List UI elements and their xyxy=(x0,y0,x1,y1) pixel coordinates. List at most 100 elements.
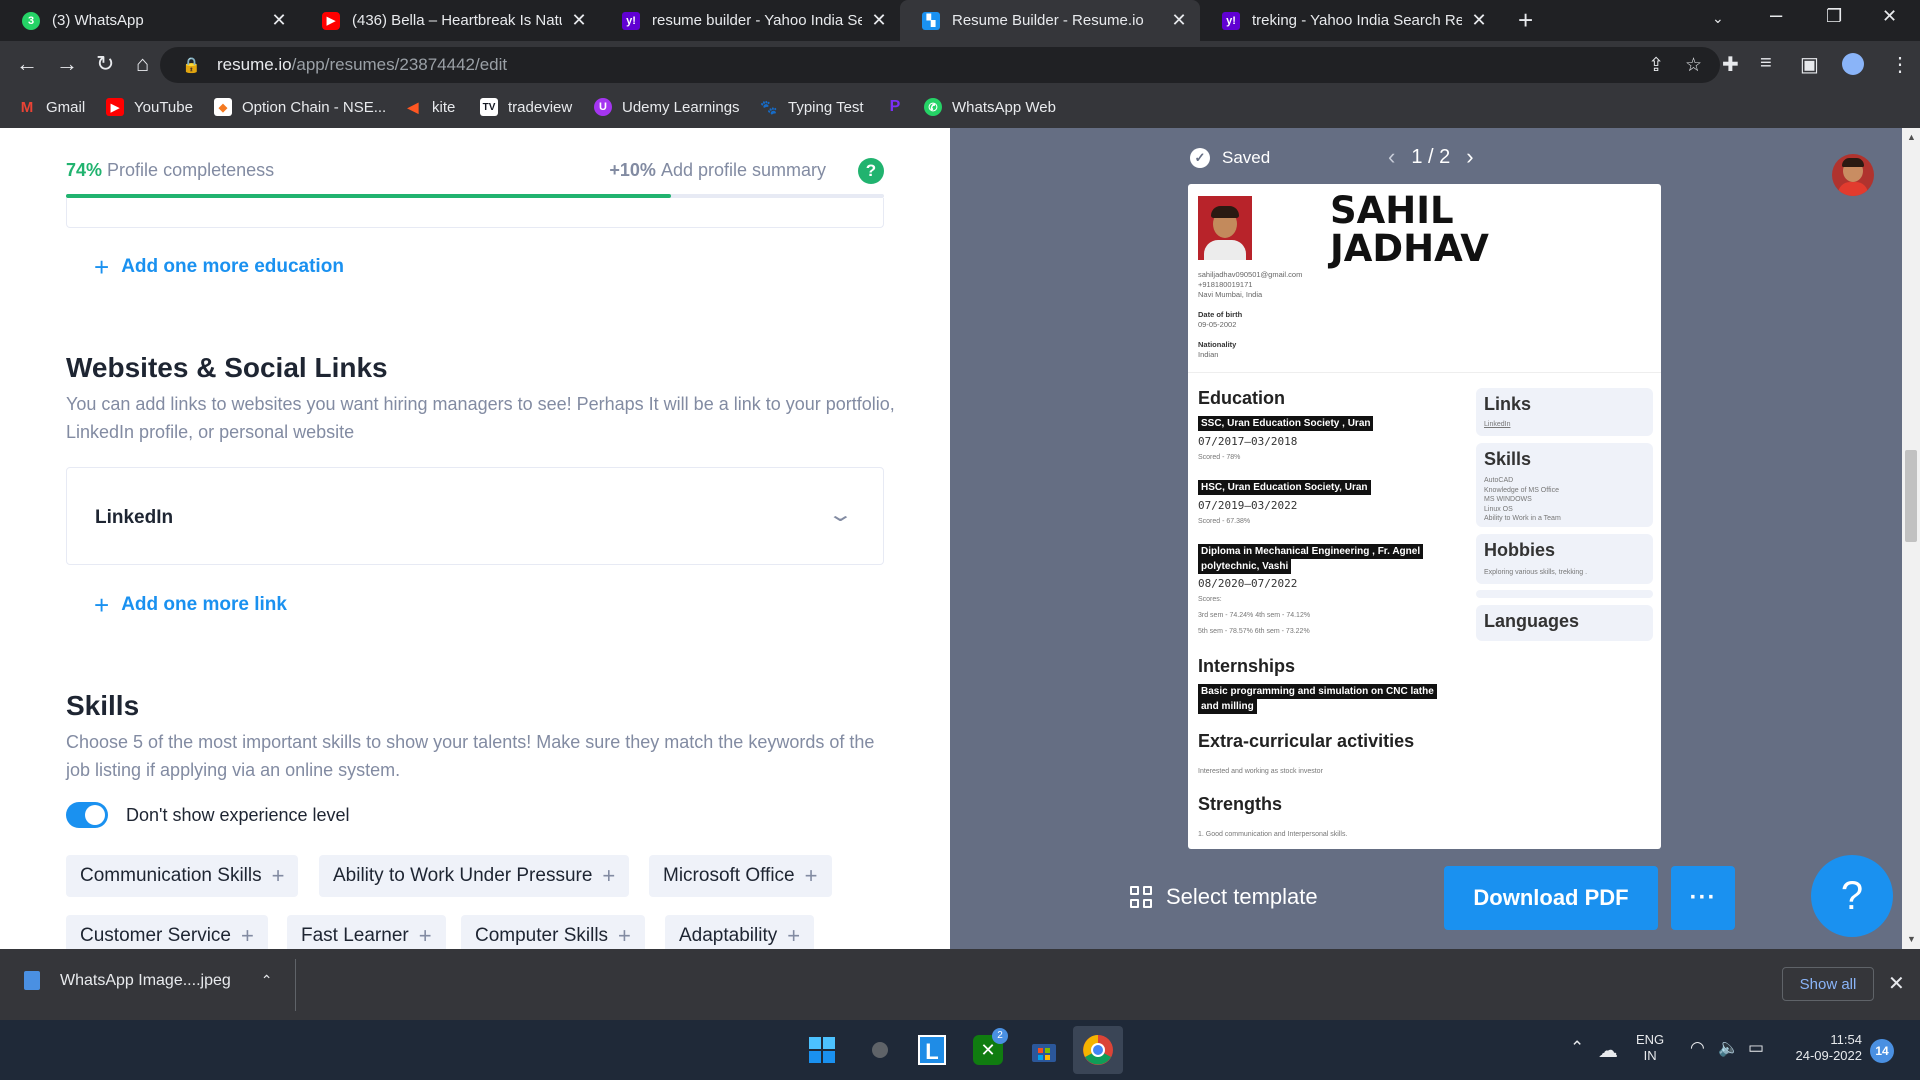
bookmark-gmail[interactable]: M Gmail xyxy=(18,98,85,116)
notification-badge[interactable]: 14 xyxy=(1870,1039,1894,1063)
bookmark-kite[interactable]: ◀ kite xyxy=(404,98,456,116)
bookmark-star-icon[interactable]: ☆ xyxy=(1685,54,1702,77)
experience-level-toggle[interactable] xyxy=(66,802,108,828)
plus-icon: + xyxy=(787,923,801,948)
help-chat-button[interactable]: ? xyxy=(1811,855,1893,937)
menu-kebab-icon[interactable]: ⋮ xyxy=(1890,52,1910,77)
new-tab-button[interactable]: + xyxy=(1518,6,1533,34)
scroll-down-icon[interactable]: ▼ xyxy=(1907,934,1916,944)
share-icon[interactable]: ⇪ xyxy=(1648,54,1664,77)
close-icon[interactable]: ✕ xyxy=(270,10,288,31)
bookmark-tradeview[interactable]: TV tradeview xyxy=(480,98,572,116)
resume-skills-heading: Skills xyxy=(1484,449,1532,469)
experience-level-toggle-row[interactable]: Don't show experience level xyxy=(66,800,350,830)
forward-button[interactable]: → xyxy=(56,51,78,77)
profile-avatar[interactable] xyxy=(1842,53,1864,75)
clock[interactable]: 11:54 24-09-2022 xyxy=(1784,1032,1863,1064)
side-panel-icon[interactable]: ▣ xyxy=(1800,52,1819,77)
windows-taskbar: L ✕ 2 ⌃ ☁ ENG IN ◠ 🔈 ▭ 11:54 24-09-2022 14 xyxy=(0,1020,1920,1080)
download-pdf-button[interactable]: Download PDF xyxy=(1444,866,1658,930)
onedrive-cloud-icon[interactable]: ☁ xyxy=(1598,1038,1618,1063)
windows-start-icon[interactable] xyxy=(804,1032,840,1068)
skill-chip[interactable]: Adaptability + xyxy=(665,915,815,949)
reload-button[interactable]: ↻ xyxy=(96,51,114,77)
chevron-down-icon[interactable]: ⌄ xyxy=(827,502,854,527)
tab-resumeio[interactable]: ▚ Resume Builder - Resume.io ✕ xyxy=(900,0,1200,41)
bookmark-option-chain[interactable]: ◆ Option Chain - NSE... xyxy=(214,98,386,116)
skill-chip[interactable]: Communication Skills + xyxy=(66,855,299,897)
more-options-button[interactable]: ··· xyxy=(1671,866,1735,930)
plus-icon: + xyxy=(241,923,254,948)
search-icon[interactable] xyxy=(862,1032,898,1068)
bookmark-whatsapp-web[interactable]: ✆ WhatsApp Web xyxy=(924,98,1056,116)
resume-extracurricular-text: Interested and working as stock investor xyxy=(1198,768,1323,775)
profile-summary-tip[interactable]: +10% Add profile summary xyxy=(609,160,826,181)
resume-linkedin-link[interactable]: LinkedIn xyxy=(1484,420,1510,430)
close-icon[interactable]: ✕ xyxy=(570,10,588,31)
resume-edu-3-line1: Diploma in Mechanical Engineering , Fr. … xyxy=(1198,544,1424,559)
chevron-left-icon[interactable]: ‹ xyxy=(1388,144,1395,170)
show-all-downloads-button[interactable]: Show all xyxy=(1782,967,1874,1001)
resume-strengths-text: 1. Good communication and Interpersonal … xyxy=(1198,831,1348,838)
launcher-l-icon[interactable]: L xyxy=(914,1032,950,1068)
volume-icon[interactable]: 🔈 xyxy=(1718,1038,1739,1058)
minimize-button[interactable]: – xyxy=(1770,2,1782,28)
bookmark-purple-app[interactable]: P xyxy=(886,98,914,116)
tab-youtube[interactable]: ▶ (436) Bella – Heartbreak Is Natural ✕ xyxy=(300,0,600,41)
resume-page[interactable]: SAHIL JADHAV sahiljadhav090501@gmail.com … xyxy=(1188,184,1661,849)
tab-yahoo-treking[interactable]: y! treking - Yahoo India Search Results … xyxy=(1200,0,1500,41)
help-icon[interactable]: ? xyxy=(858,158,884,184)
chevron-up-tray-icon[interactable]: ⌃ xyxy=(1570,1038,1584,1058)
microsoft-store-icon[interactable] xyxy=(1026,1032,1062,1068)
bookmark-udemy[interactable]: U Udemy Learnings xyxy=(594,98,740,116)
close-window-button[interactable]: ✕ xyxy=(1882,6,1897,27)
close-icon[interactable]: ✕ xyxy=(870,10,888,31)
tab-search-icon[interactable]: ⌄ xyxy=(1712,10,1724,27)
language-indicator[interactable]: ENG IN xyxy=(1636,1032,1664,1064)
chrome-taskbar-icon[interactable] xyxy=(1073,1026,1123,1074)
skill-chip[interactable]: Microsoft Office + xyxy=(649,855,832,897)
close-icon[interactable]: ✕ xyxy=(1470,10,1488,31)
toggle-label: Don't show experience level xyxy=(126,804,350,825)
add-link-button[interactable]: + Add one more link xyxy=(94,592,287,618)
tab-title: (436) Bella – Heartbreak Is Natural xyxy=(352,12,562,29)
completeness-label: Profile completeness xyxy=(107,160,275,180)
page-scrollbar[interactable]: ▲ ▼ xyxy=(1902,128,1920,949)
chevron-up-icon[interactable]: ⌃ xyxy=(261,972,273,989)
chevron-right-icon[interactable]: › xyxy=(1466,144,1473,170)
user-avatar[interactable] xyxy=(1832,154,1874,196)
divider xyxy=(295,959,296,1011)
scroll-up-icon[interactable]: ▲ xyxy=(1907,132,1916,142)
bookmark-typing-test[interactable]: 🐾 Typing Test xyxy=(760,98,863,116)
close-download-bar-icon[interactable]: ✕ xyxy=(1888,971,1905,996)
extensions-icon[interactable]: ✚ xyxy=(1722,52,1739,77)
resume-strengths-heading: Strengths xyxy=(1198,794,1283,814)
resume-links-heading: Links xyxy=(1484,394,1532,414)
close-icon[interactable]: ✕ xyxy=(1170,10,1188,31)
restore-button[interactable]: ❐ xyxy=(1826,6,1842,27)
resume-internship-1-line1: Basic programming and simulation on CNC … xyxy=(1198,684,1437,699)
bookmark-youtube[interactable]: ▶ YouTube xyxy=(106,98,193,116)
resume-languages-heading: Languages xyxy=(1484,611,1580,631)
back-button[interactable]: ← xyxy=(16,51,38,77)
skill-chip[interactable]: Fast Learner + xyxy=(287,915,446,949)
tab-whatsapp[interactable]: 3 (3) WhatsApp ✕ xyxy=(0,0,300,41)
resume-edu-3-scores-label: Scores: xyxy=(1198,596,1222,603)
linkedin-link-card[interactable]: LinkedIn ⌄ xyxy=(66,467,884,565)
home-button[interactable]: ⌂ xyxy=(136,51,149,77)
scroll-thumb[interactable] xyxy=(1905,450,1917,542)
resume-extracurricular-heading: Extra-curricular activities xyxy=(1198,731,1415,751)
battery-icon[interactable]: ▭ xyxy=(1748,1038,1764,1058)
xbox-icon[interactable]: ✕ 2 xyxy=(970,1028,1008,1068)
media-control-icon[interactable]: ≡ xyxy=(1760,52,1772,75)
wifi-icon[interactable]: ◠ xyxy=(1690,1038,1705,1058)
skill-chip[interactable]: Customer Service + xyxy=(66,915,268,949)
add-education-button[interactable]: + Add one more education xyxy=(94,254,344,280)
resume-education-heading: Education xyxy=(1198,388,1286,408)
skill-chip[interactable]: Ability to Work Under Pressure + xyxy=(319,855,630,897)
download-item[interactable]: WhatsApp Image....jpeg ⌃ xyxy=(24,971,273,990)
select-template-button[interactable]: Select template xyxy=(1130,884,1318,910)
tab-yahoo-resume[interactable]: y! resume builder - Yahoo India Search R… xyxy=(600,0,900,41)
address-bar[interactable]: 🔒 resume.io/app/resumes/23874442/edit ⇪ … xyxy=(160,47,1720,83)
skill-chip[interactable]: Computer Skills + xyxy=(461,915,645,949)
